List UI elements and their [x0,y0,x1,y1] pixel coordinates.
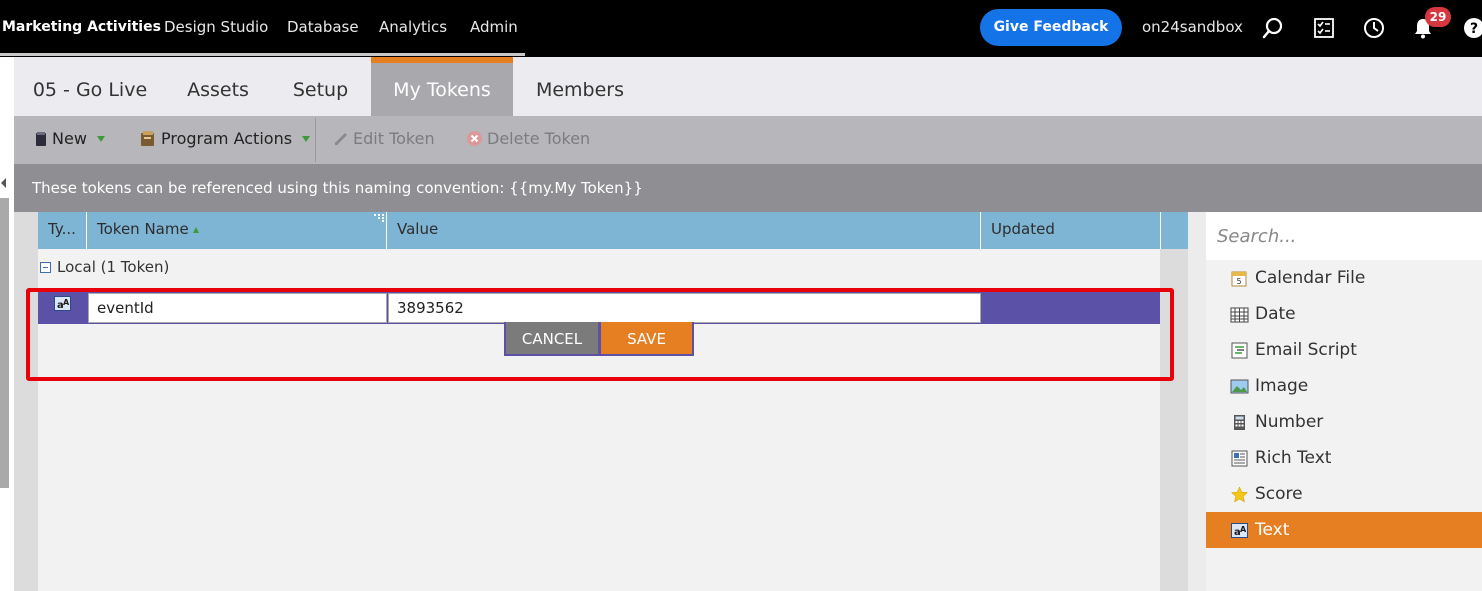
dropdown-arrow-icon [302,135,311,142]
nav-admin[interactable]: Admin [470,18,518,36]
nav-analytics[interactable]: Analytics [379,18,447,36]
token-type-label: Email Script [1255,340,1357,360]
image-icon [1230,379,1249,393]
program-actions-icon [141,130,154,146]
token-type-label: Text [1255,520,1290,540]
nav-marketing-activities[interactable]: Marketing Activities [2,19,161,35]
tab-go-live[interactable]: 05 - Go Live [14,57,166,116]
give-feedback-button[interactable]: Give Feedback [980,9,1122,46]
token-type-label: Rich Text [1255,448,1332,468]
group-label: Local (1 Token) [57,258,170,276]
token-type-calendar-file[interactable]: 5 Calendar File [1206,260,1482,296]
tab-assets[interactable]: Assets [166,57,270,116]
group-local[interactable]: Local (1 Token) [40,258,169,276]
svg-text:?: ? [1470,21,1478,37]
grid-body [38,212,1160,591]
column-menu-icon[interactable] [374,214,384,222]
program-actions-button[interactable]: Program Actions [139,129,311,148]
token-type-score[interactable]: Score [1206,476,1482,512]
tab-members[interactable]: Members [513,57,647,116]
help-icon[interactable]: ? [1462,16,1482,40]
date-grid-icon [1230,307,1249,322]
token-type-number[interactable]: Number [1206,404,1482,440]
token-type-label: Date [1255,304,1296,324]
calendar-icon: 5 [1231,271,1247,286]
collapse-icon[interactable] [40,261,51,273]
token-type-label: Score [1255,484,1303,504]
token-type-email-script[interactable]: Email Script [1206,332,1482,368]
naming-convention-info: These tokens can be referenced using thi… [14,164,1482,212]
token-type-label: Image [1255,376,1309,396]
left-scrollbar[interactable] [0,198,9,488]
new-button[interactable]: New [34,129,105,148]
svg-text:5: 5 [1236,277,1241,286]
svg-text:A: A [1240,525,1247,534]
star-icon [1230,485,1249,503]
col-value[interactable]: Value [387,212,981,249]
edit-token-button[interactable]: Edit Token [333,129,435,148]
token-type-date[interactable]: Date [1206,296,1482,332]
nav-design-studio[interactable]: Design Studio [164,18,268,36]
new-icon [36,131,46,146]
nav-active-underline [0,53,525,56]
pencil-icon [334,132,348,145]
token-type-image[interactable]: Image [1206,368,1482,404]
highlight-annotation [26,288,1174,381]
token-type-text[interactable]: a A Text [1206,512,1482,548]
workspace-name[interactable]: on24sandbox [1142,18,1243,36]
tab-bar: 05 - Go Live Assets Setup My Tokens Memb… [14,57,1482,116]
col-updated[interactable]: Updated [981,212,1161,249]
delete-token-label: Delete Token [487,129,591,148]
script-icon [1231,342,1248,358]
col-token-name-label: Token Name [97,220,189,238]
top-nav: Marketing Activities Design Studio Datab… [0,0,1482,57]
dropdown-arrow-icon [96,135,105,142]
notification-badge: 29 [1425,7,1451,27]
grid-header: Ty... Token Name Value Updated [38,212,1188,249]
col-token-name[interactable]: Token Name [87,212,387,249]
sort-asc-icon [192,227,199,233]
delete-icon [467,131,482,146]
grid-scroll-track[interactable] [1160,212,1188,591]
new-label: New [52,129,87,148]
token-type-label: Calendar File [1255,268,1366,288]
text-icon: a A [1231,522,1248,538]
token-type-label: Number [1255,412,1324,432]
toolbar-divider [315,118,316,162]
checklist-icon[interactable] [1312,16,1336,40]
program-actions-label: Program Actions [161,129,293,148]
calculator-icon [1234,414,1245,430]
toolbar: New Program Actions Edit Token Delete To… [14,116,1482,164]
clock-icon[interactable] [1362,16,1386,40]
rich-text-icon [1231,450,1248,466]
token-type-rich-text[interactable]: Rich Text [1206,440,1482,476]
token-search-input[interactable] [1206,212,1482,260]
tab-my-tokens[interactable]: My Tokens [371,57,513,116]
tab-setup[interactable]: Setup [270,57,371,116]
col-type[interactable]: Ty... [38,212,87,249]
collapse-arrow-icon[interactable] [1,178,6,188]
nav-database[interactable]: Database [287,18,359,36]
delete-token-button[interactable]: Delete Token [466,129,590,148]
search-icon[interactable] [1261,16,1285,40]
edit-token-label: Edit Token [353,129,435,148]
